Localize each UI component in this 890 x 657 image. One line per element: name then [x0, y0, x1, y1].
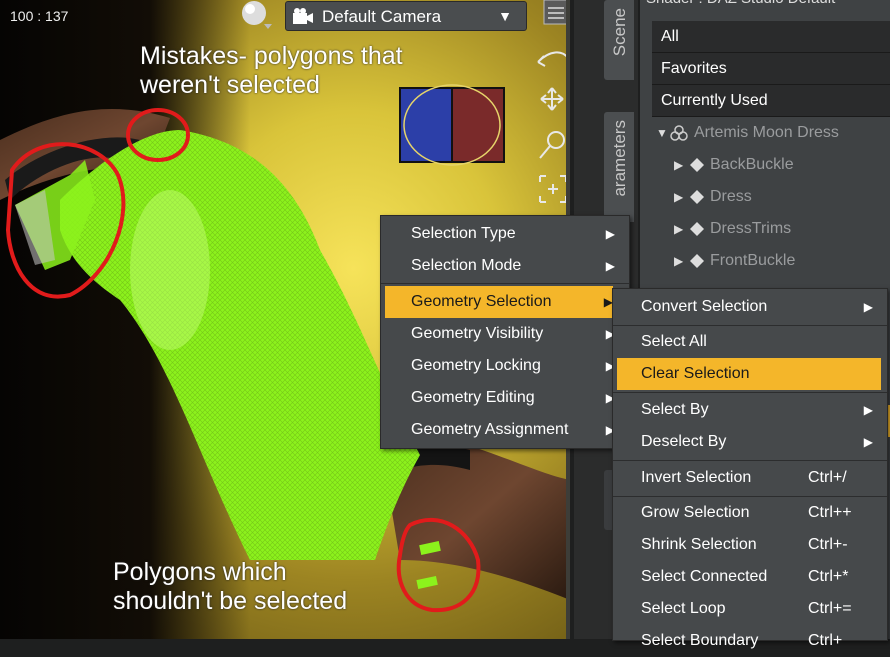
tab-parameters-label: arameters — [610, 120, 629, 197]
menu-item-label: Grow Selection — [641, 504, 750, 521]
tree-item-dresstrims[interactable]: ▶ DressTrims — [652, 213, 890, 245]
annotation-top-line2: weren't selected — [140, 71, 320, 99]
menu-item-label: Deselect By — [641, 433, 727, 450]
expand-arrow-icon[interactable]: ▶ — [674, 213, 683, 245]
submenu-arrow-icon: ▶ — [863, 300, 873, 314]
annotation-bottom-line1: Polygons which — [113, 558, 287, 586]
shortcut-label: Ctrl+= — [808, 600, 852, 617]
expand-arrow-icon[interactable]: ▶ — [674, 245, 683, 277]
expand-arrow-icon[interactable]: ▼ — [656, 117, 668, 149]
menu-item-label: Geometry Locking — [411, 357, 541, 374]
menu-item-invert-selection[interactable]: Invert Selection Ctrl+/ — [613, 462, 887, 494]
menu-item-select-loop[interactable]: Select Loop Ctrl+= — [613, 593, 887, 625]
annotation-bottom: Polygons which shouldn't be selected — [113, 558, 443, 616]
menu-item-label: Invert Selection — [641, 469, 752, 486]
menu-separator — [613, 460, 887, 461]
menu-item-select-all[interactable]: Select All — [613, 326, 887, 358]
submenu-arrow-icon: ▶ — [605, 259, 615, 273]
annotation-bottom-line2: shouldn't be selected — [113, 587, 348, 615]
annotation-top: Mistakes- polygons that weren't selected — [140, 42, 470, 100]
menu-item-geometry-locking[interactable]: Geometry Locking ▶ — [381, 350, 629, 382]
material-icon — [690, 190, 704, 204]
menu-item-label: Select By — [641, 401, 709, 418]
tree-item-label: BackBuckle — [710, 156, 794, 173]
material-icon — [690, 158, 704, 172]
tree-item-backbuckle[interactable]: ▶ BackBuckle — [652, 149, 890, 181]
menu-separator — [381, 283, 629, 284]
menu-item-label: Shrink Selection — [641, 536, 757, 553]
geometry-selection-submenu: Convert Selection ▶ Select All Clear Sel… — [612, 288, 888, 649]
tree-item-label: DressTrims — [710, 220, 792, 237]
menu-item-label: Geometry Visibility — [411, 325, 544, 342]
shortcut-label: Ctrl+ — [808, 632, 843, 649]
figure-group-icon — [670, 125, 688, 141]
submenu-arrow-icon: ▶ — [863, 435, 873, 449]
menu-item-geometry-visibility[interactable]: Geometry Visibility ▶ — [381, 318, 629, 350]
filter-all[interactable]: All — [652, 21, 890, 53]
tree-item-root-label: Artemis Moon Dress — [694, 124, 839, 141]
menu-item-label: Selection Mode — [411, 257, 522, 274]
context-menu: Selection Type ▶ Selection Mode ▶ Geomet… — [380, 215, 630, 449]
menu-item-convert-selection[interactable]: Convert Selection ▶ — [613, 291, 887, 323]
menu-item-label: Select All — [641, 333, 707, 350]
menu-item-geometry-selection[interactable]: Geometry Selection ▶ — [385, 286, 613, 318]
tree-item-frontbuckle[interactable]: ▶ FrontBuckle — [652, 245, 890, 277]
menu-item-label: Select Connected — [641, 568, 768, 585]
material-icon — [690, 254, 704, 268]
tab-scene[interactable]: Scene — [604, 0, 634, 80]
filter-favorites[interactable]: Favorites — [652, 53, 890, 85]
tree-item-root[interactable]: ▼ Artemis Moon Dress — [652, 117, 890, 149]
panel-header: Shader : DAZ Studio Default — [640, 0, 890, 12]
filter-currently-used[interactable]: Currently Used — [652, 85, 890, 117]
submenu-arrow-icon: ▶ — [863, 403, 873, 417]
tree-item-dress[interactable]: ▶ Dress — [652, 181, 890, 213]
menu-item-shrink-selection[interactable]: Shrink Selection Ctrl+- — [613, 529, 887, 561]
menu-item-select-connected[interactable]: Select Connected Ctrl+* — [613, 561, 887, 593]
expand-arrow-icon[interactable]: ▶ — [674, 181, 683, 213]
material-icon — [690, 222, 704, 236]
menu-item-geometry-assignment[interactable]: Geometry Assignment ▶ — [381, 414, 629, 446]
menu-item-label: Select Boundary — [641, 632, 759, 649]
tab-parameters[interactable]: arameters — [604, 112, 634, 222]
menu-item-label: Select Loop — [641, 600, 726, 617]
menu-item-label: Geometry Assignment — [411, 421, 569, 438]
menu-item-selection-type[interactable]: Selection Type ▶ — [381, 218, 629, 250]
menu-item-selection-mode[interactable]: Selection Mode ▶ — [381, 250, 629, 282]
chevron-down-icon: ▼ — [498, 8, 512, 24]
menu-separator — [613, 392, 887, 393]
tree-item-label: FrontBuckle — [710, 252, 796, 269]
menu-item-label: Geometry Selection — [411, 293, 552, 310]
camera-icon — [293, 8, 313, 24]
menu-item-deselect-by[interactable]: Deselect By ▶ — [613, 426, 887, 458]
menu-item-label: Geometry Editing — [411, 389, 535, 406]
camera-dropdown[interactable]: Default Camera ▼ — [285, 1, 527, 31]
shortcut-label: Ctrl+- — [808, 536, 848, 553]
submenu-arrow-icon: ▶ — [605, 227, 615, 241]
tree-item-label: Dress — [710, 188, 752, 205]
shortcut-label: Ctrl++ — [808, 504, 852, 521]
annotation-top-line1: Mistakes- polygons that — [140, 42, 403, 70]
camera-label: Default Camera — [322, 7, 442, 26]
render-sphere-icon[interactable] — [238, 0, 274, 30]
shortcut-label: Ctrl+* — [808, 568, 849, 585]
menu-item-label: Convert Selection — [641, 298, 768, 315]
expand-arrow-icon[interactable]: ▶ — [674, 149, 683, 181]
menu-item-select-by[interactable]: Select By ▶ — [613, 394, 887, 426]
menu-item-clear-selection[interactable]: Clear Selection — [617, 358, 881, 390]
tab-scene-label: Scene — [610, 8, 629, 57]
menu-item-label: Selection Type — [411, 225, 516, 242]
menu-item-geometry-editing[interactable]: Geometry Editing ▶ — [381, 382, 629, 414]
shortcut-label: Ctrl+/ — [808, 469, 847, 486]
menu-item-label: Clear Selection — [641, 365, 750, 382]
coordinate-readout: 100 : 137 — [10, 8, 69, 24]
menu-item-select-boundary[interactable]: Select Boundary Ctrl+ — [613, 625, 887, 657]
menu-item-grow-selection[interactable]: Grow Selection Ctrl++ — [613, 497, 887, 529]
